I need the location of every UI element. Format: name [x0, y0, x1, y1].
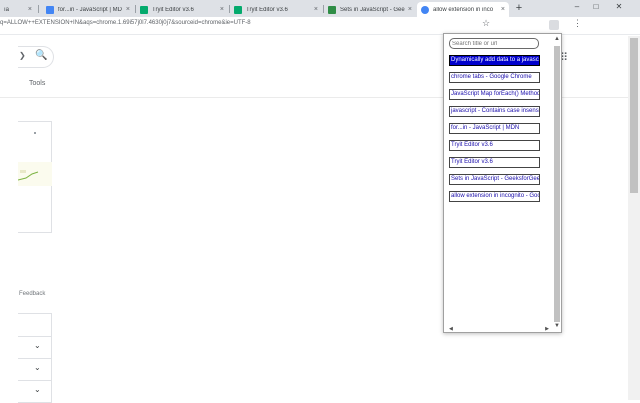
popup-search-input[interactable] [449, 38, 539, 49]
popup-list-item[interactable]: Sets in JavaScript - GeeksforGeeks [449, 174, 540, 185]
close-tab-icon[interactable]: × [314, 6, 318, 13]
address-bar[interactable]: q=ALLOW++EXTENSION+IN&aqs=chrome.1.69i57… [0, 20, 251, 26]
tab-title: ıa [4, 6, 10, 13]
close-tab-icon[interactable]: × [408, 6, 412, 13]
w3schools-favicon-icon [140, 5, 148, 14]
tab-2[interactable]: Tryit Editor v3.6 × [136, 2, 228, 17]
tab-3[interactable]: Tryit Editor v3.6 × [230, 2, 322, 17]
scroll-down-icon[interactable]: ▼ [554, 323, 560, 329]
related-questions-card: ⌄ ⌄ ⌄ [18, 313, 52, 403]
divider [18, 358, 52, 359]
popup-list-item[interactable]: chrome tabs - Google Chrome [449, 72, 540, 83]
popup-list-item[interactable]: Tryit Editor v3.6 [449, 157, 540, 168]
w3schools-favicon-icon [234, 5, 242, 14]
popup-list-item[interactable]: JavaScript Map forEach() Method [449, 89, 540, 100]
scroll-left-icon[interactable]: ◀ [449, 326, 453, 332]
tab-title: Sets in JavaScript - Gee [340, 6, 405, 13]
tab-title: for...in - JavaScript | MD [58, 6, 122, 13]
mdn-favicon-icon [46, 5, 54, 14]
result-card [18, 121, 52, 233]
popup-list-item[interactable]: javascript - Contains case insensitive [449, 106, 540, 117]
divider [18, 336, 52, 337]
tab-strip: ıa × for...in - JavaScript | MD × Tryit … [0, 0, 640, 17]
search-icon[interactable]: 🔍 [35, 50, 47, 61]
new-tab-button[interactable]: + [513, 2, 525, 14]
tab-4[interactable]: Sets in JavaScript - Gee × [324, 2, 416, 17]
feedback-link[interactable]: Feedback [19, 291, 45, 297]
tools-link[interactable]: Tools [29, 80, 45, 87]
extension-icon[interactable] [549, 20, 559, 30]
close-tab-icon[interactable]: × [220, 6, 224, 13]
popup-list-item[interactable]: Dynamically add data to a javascript [449, 55, 540, 66]
popup-list-item[interactable]: Tryit Editor v3.6 [449, 140, 540, 151]
chevron-icon[interactable]: ❯ [19, 51, 26, 60]
maximize-icon[interactable]: □ [589, 2, 603, 11]
tab-0[interactable]: ıa × [0, 2, 36, 17]
close-window-icon[interactable]: ✕ [612, 2, 626, 11]
chevron-down-icon[interactable]: ⌄ [34, 385, 41, 394]
chrome-menu-icon[interactable]: ⋮ [573, 18, 582, 29]
scrollbar-thumb[interactable] [630, 38, 638, 193]
close-tab-icon[interactable]: × [501, 6, 505, 13]
divider [18, 380, 52, 381]
chevron-down-icon[interactable]: ⌄ [34, 341, 41, 350]
tab-divider [38, 5, 39, 13]
popup-list-item[interactable]: for...in - JavaScript | MDN [449, 123, 540, 134]
tab-title: Tryit Editor v3.6 [246, 6, 288, 13]
tab-1[interactable]: for...in - JavaScript | MD × [42, 2, 134, 17]
tab-title: allow extension in inco [433, 6, 494, 13]
search-box[interactable]: ❯ 🔍 [18, 46, 54, 68]
popup-vertical-scrollbar[interactable]: ▲ ▼ [552, 36, 562, 332]
chevron-down-icon[interactable]: ⌄ [34, 363, 41, 372]
scroll-up-icon[interactable]: ▲ [554, 36, 560, 42]
bookmark-star-icon[interactable]: ☆ [482, 18, 490, 29]
tab-search-popup: Dynamically add data to a javascript chr… [443, 33, 562, 333]
close-tab-icon[interactable]: × [126, 6, 130, 13]
popup-list-item[interactable]: allow extension in incognito - Google [449, 191, 540, 202]
scrollbar-thumb[interactable] [554, 46, 560, 322]
popup-horizontal-scrollbar[interactable]: ◀ ▶ [449, 326, 549, 332]
google-favicon-icon [421, 5, 429, 14]
menu-dot-icon[interactable] [34, 132, 36, 134]
tab-title: Tryit Editor v3.6 [152, 6, 194, 13]
geeksforgeeks-favicon-icon [328, 5, 336, 14]
minimize-icon[interactable]: – [570, 2, 584, 11]
page-scrollbar[interactable] [628, 36, 640, 400]
thumbnail-image [18, 162, 52, 186]
close-tab-icon[interactable]: × [28, 6, 32, 13]
scroll-right-icon[interactable]: ▶ [545, 326, 549, 332]
tab-5-active[interactable]: allow extension in inco × [417, 2, 509, 17]
